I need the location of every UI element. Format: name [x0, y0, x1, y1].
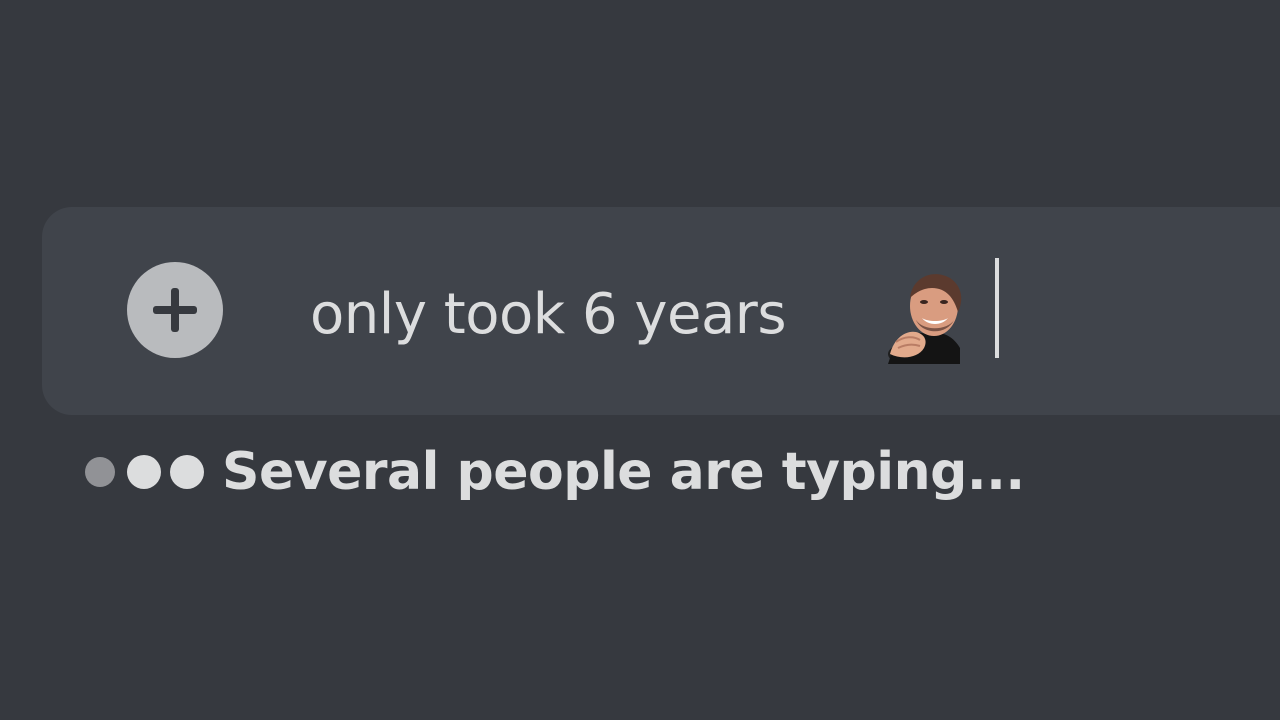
typing-dot-icon [85, 457, 115, 487]
typing-indicator-text: Several people are typing... [222, 442, 1025, 502]
typing-dot-icon [170, 455, 204, 489]
text-caret [995, 258, 999, 358]
laughing-man-emoji-icon [888, 274, 962, 364]
add-attachment-button[interactable] [127, 262, 223, 358]
plus-circle-icon [153, 288, 197, 332]
message-input-text[interactable]: only took 6 years [310, 270, 787, 360]
typing-dot-icon [127, 455, 161, 489]
chat-area: only took 6 years Several people are typ… [0, 0, 1280, 720]
